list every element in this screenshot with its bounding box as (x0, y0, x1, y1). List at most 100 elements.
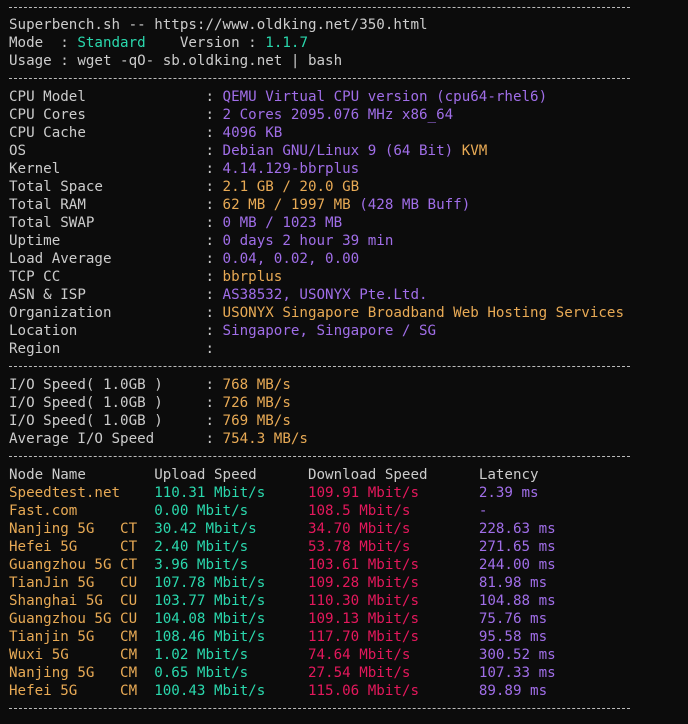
download-speed: 109.91 Mbit/s (307, 485, 479, 501)
node-name: Speedtest.net (9, 485, 155, 501)
io-speed-row: Average I/O Speed : 754.3 MB/s (9, 430, 308, 448)
col-upload-header: Upload Speed (154, 467, 308, 483)
info-label: Uptime : (9, 233, 223, 249)
speedtest-row: Guangzhou 5G CT 3.96 Mbit/s 103.61 Mbit/… (9, 556, 556, 574)
latency-value: 95.58 ms (478, 629, 548, 645)
system-info-row: OS : Debian GNU/Linux 9 (64 Bit) KVM (9, 142, 487, 160)
info-label: CPU Cores : (9, 107, 223, 123)
download-speed: 27.54 Mbit/s (307, 665, 479, 681)
system-info-row: TCP CC : bbrplus (9, 268, 282, 286)
io-label: Average I/O Speed : (9, 431, 223, 447)
info-value: AS38532, USONYX Pte.Ltd. (222, 287, 428, 303)
latency-value: 107.33 ms (478, 665, 556, 681)
speedtest-row: Tianjin 5G CM 108.46 Mbit/s 117.70 Mbit/… (9, 628, 547, 646)
info-extra: (428 MB Buff) (359, 197, 471, 213)
node-name: Shanghai 5G CU (9, 593, 155, 609)
node-name: Guangzhou 5G CT (9, 557, 155, 573)
download-speed: 109.28 Mbit/s (307, 575, 479, 591)
latency-value: 244.00 ms (478, 557, 556, 573)
upload-speed: 110.31 Mbit/s (154, 485, 308, 501)
io-speed-row: I/O Speed( 1.0GB ) : 768 MB/s (9, 376, 291, 394)
usage-value: wget -qO- sb.oldking.net | bash (77, 53, 343, 69)
system-info-row: Load Average : 0.04, 0.02, 0.00 (9, 250, 359, 268)
info-value: 4.14.129-bbrplus (222, 161, 360, 177)
info-value: 2.1 GB / 20.0 GB (222, 179, 360, 195)
speedtest-row: TianJin 5G CU 107.78 Mbit/s 109.28 Mbit/… (9, 574, 547, 592)
download-speed: 34.70 Mbit/s (307, 521, 479, 537)
upload-speed: 0.65 Mbit/s (154, 665, 308, 681)
system-info-row: Total RAM : 62 MB / 1997 MB (428 MB Buff… (9, 196, 470, 214)
separator-line (9, 366, 630, 367)
info-label: Region : (9, 341, 223, 357)
system-info-row: CPU Cores : 2 Cores 2095.076 MHz x86_64 (9, 106, 453, 124)
latency-value: 271.65 ms (478, 539, 556, 555)
upload-speed: 100.43 Mbit/s (154, 683, 308, 699)
info-label: Load Average : (9, 251, 223, 267)
io-value: 726 MB/s (222, 395, 291, 411)
info-value: 4096 KB (222, 125, 283, 141)
speedtest-row: Nanjing 5G CT 30.42 Mbit/s 34.70 Mbit/s … (9, 520, 556, 538)
system-info-row: CPU Model : QEMU Virtual CPU version (cp… (9, 88, 547, 106)
version-label: Version : (145, 35, 266, 51)
system-info-row: Total SWAP : 0 MB / 1023 MB (9, 214, 342, 232)
info-value: 0.04, 0.02, 0.00 (222, 251, 360, 267)
header-usage-row: Usage : wget -qO- sb.oldking.net | bash (9, 52, 342, 70)
speedtest-row: Wuxi 5G CM 1.02 Mbit/s 74.64 Mbit/s 300.… (9, 646, 556, 664)
separator-line (9, 708, 630, 709)
speedtest-row: Shanghai 5G CU 103.77 Mbit/s 110.30 Mbit… (9, 592, 556, 610)
speedtest-row: Fast.com 0.00 Mbit/s 108.5 Mbit/s - (9, 502, 487, 520)
io-speed-row: I/O Speed( 1.0GB ) : 726 MB/s (9, 394, 291, 412)
info-label: Total RAM : (9, 197, 223, 213)
upload-speed: 103.77 Mbit/s (154, 593, 308, 609)
info-label: Organization : (9, 305, 223, 321)
separator-line (9, 78, 630, 79)
info-value: USONYX Singapore Broadband Web Hosting S… (222, 305, 625, 321)
info-label: Location : (9, 323, 223, 339)
upload-speed: 2.40 Mbit/s (154, 539, 308, 555)
speedtest-row: Speedtest.net 110.31 Mbit/s 109.91 Mbit/… (9, 484, 539, 502)
col-download-header: Download Speed (307, 467, 479, 483)
speedtest-row: Hefei 5G CM 100.43 Mbit/s 115.06 Mbit/s … (9, 682, 547, 700)
banner-title: Superbench.sh -- https://www.oldking.net… (9, 17, 428, 33)
download-speed: 74.64 Mbit/s (307, 647, 479, 663)
speedtest-header-row: Node Name Upload Speed Download Speed La… (9, 466, 539, 484)
node-name: Guangzhou 5G CU (9, 611, 155, 627)
node-name: TianJin 5G CU (9, 575, 155, 591)
info-label: TCP CC : (9, 269, 223, 285)
info-label: ASN & ISP : (9, 287, 223, 303)
mode-label: Mode : (9, 35, 78, 51)
upload-speed: 104.08 Mbit/s (154, 611, 308, 627)
io-label: I/O Speed( 1.0GB ) : (9, 377, 223, 393)
system-info-row: ASN & ISP : AS38532, USONYX Pte.Ltd. (9, 286, 428, 304)
terminal-window: Superbench.sh -- https://www.oldking.net… (0, 0, 688, 724)
info-label: CPU Cache : (9, 125, 223, 141)
mode-value: Standard (77, 35, 146, 51)
separator-line (9, 7, 630, 8)
download-speed: 103.61 Mbit/s (307, 557, 479, 573)
latency-value: 104.88 ms (478, 593, 556, 609)
info-value: bbrplus (222, 269, 283, 285)
node-name: Hefei 5G CM (9, 683, 155, 699)
info-value: Singapore, Singapore / SG (222, 323, 437, 339)
info-value: 62 MB / 1997 MB (222, 197, 351, 213)
info-extra: KVM (461, 143, 488, 159)
info-label: CPU Model : (9, 89, 223, 105)
separator-line (9, 456, 630, 457)
download-speed: 115.06 Mbit/s (307, 683, 479, 699)
node-name: Hefei 5G CT (9, 539, 155, 555)
upload-speed: 1.02 Mbit/s (154, 647, 308, 663)
node-name: Tianjin 5G CM (9, 629, 155, 645)
info-label: Total Space : (9, 179, 223, 195)
node-name: Nanjing 5G CM (9, 665, 155, 681)
download-speed: 110.30 Mbit/s (307, 593, 479, 609)
io-value: 754.3 MB/s (222, 431, 308, 447)
usage-label: Usage : (9, 53, 78, 69)
header-mode-row: Mode : Standard Version : 1.1.7 (9, 34, 308, 52)
download-speed: 53.78 Mbit/s (307, 539, 479, 555)
system-info-row: Total Space : 2.1 GB / 20.0 GB (9, 178, 359, 196)
latency-value: 81.98 ms (478, 575, 548, 591)
speedtest-row: Guangzhou 5G CU 104.08 Mbit/s 109.13 Mbi… (9, 610, 547, 628)
system-info-row: CPU Cache : 4096 KB (9, 124, 282, 142)
info-value: 0 MB / 1023 MB (222, 215, 343, 231)
